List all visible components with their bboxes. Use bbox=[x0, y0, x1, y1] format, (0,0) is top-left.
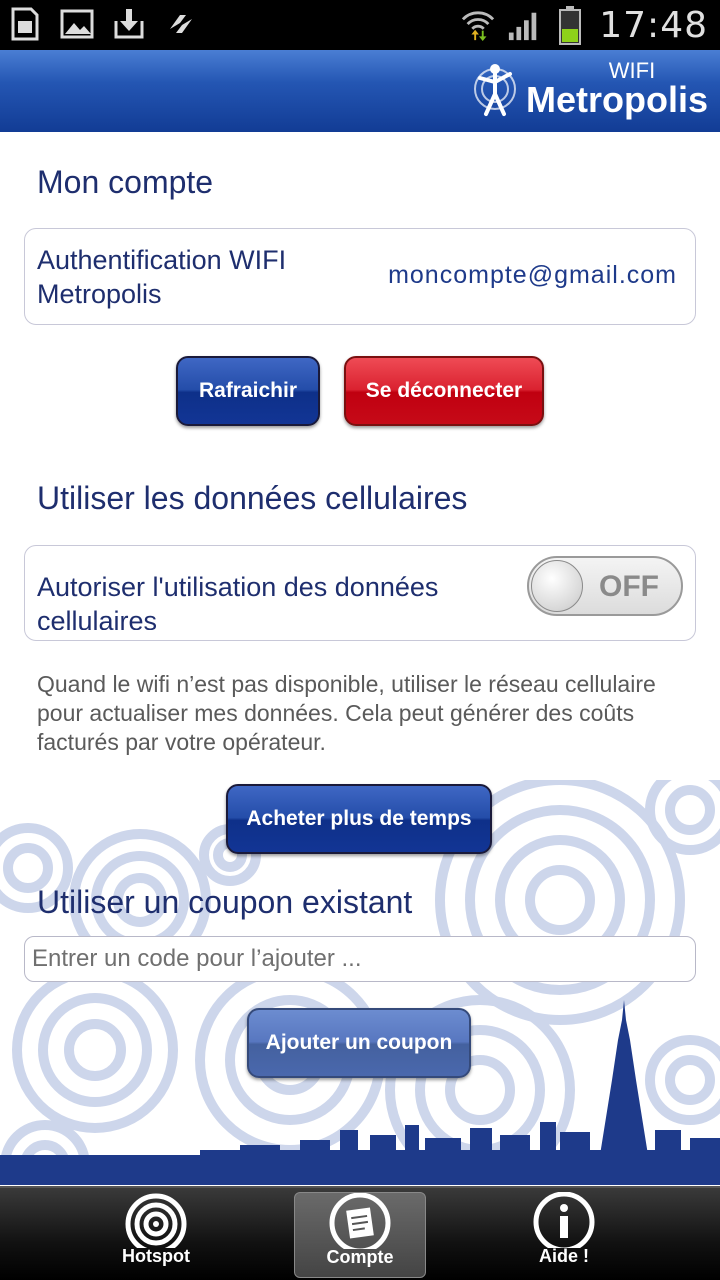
account-email: moncompte@gmail.com bbox=[388, 261, 677, 289]
tab-help[interactable]: Aide ! bbox=[498, 1192, 630, 1278]
download-icon bbox=[112, 6, 146, 42]
sync-icon bbox=[164, 6, 198, 42]
wifi-icon bbox=[461, 7, 495, 43]
cellular-card: Autoriser l'utilisation des données cell… bbox=[24, 545, 696, 641]
cellular-section-title: Utiliser les données cellulaires bbox=[37, 480, 468, 516]
tab-account[interactable]: Compte bbox=[294, 1192, 426, 1278]
logo-metropolis-text: Metropolis bbox=[525, 79, 708, 120]
bottom-tab-bar: Hotspot Compte Aide ! bbox=[0, 1186, 720, 1280]
info-icon bbox=[531, 1192, 597, 1248]
toggle-knob bbox=[531, 560, 583, 612]
coupon-section-title: Utiliser un coupon existant bbox=[37, 884, 413, 920]
tab-hotspot[interactable]: Hotspot bbox=[90, 1192, 222, 1278]
image-icon bbox=[60, 6, 94, 42]
status-bar: 17:48 bbox=[0, 0, 720, 50]
buy-more-time-button[interactable]: Acheter plus de temps bbox=[226, 784, 492, 854]
toggle-state-text: OFF bbox=[599, 570, 659, 603]
battery-icon bbox=[553, 6, 587, 45]
account-card: Authentification WIFI Metropolis moncomp… bbox=[24, 228, 696, 325]
refresh-button[interactable]: Rafraichir bbox=[176, 356, 320, 426]
clock: 17:48 bbox=[599, 4, 708, 46]
cellular-toggle[interactable]: OFF bbox=[527, 556, 683, 616]
account-section-title: Mon compte bbox=[37, 164, 214, 200]
logo-figure-icon bbox=[473, 64, 516, 116]
tab-help-label: Aide ! bbox=[538, 1246, 589, 1266]
cellular-toggle-label: Autoriser l'utilisation des données cell… bbox=[37, 572, 439, 630]
wifi-metropolis-logo: WIFI Metropolis bbox=[468, 58, 708, 120]
auth-label: Authentification WIFI Metropolis bbox=[37, 245, 287, 309]
account-icon bbox=[327, 1193, 393, 1249]
tab-hotspot-label: Hotspot bbox=[122, 1246, 190, 1266]
tab-account-label: Compte bbox=[326, 1247, 394, 1267]
signal-icon bbox=[507, 7, 541, 43]
coupon-code-input[interactable] bbox=[24, 936, 696, 982]
add-coupon-button[interactable]: Ajouter un coupon bbox=[247, 1008, 471, 1078]
app-header: WIFI Metropolis bbox=[0, 50, 720, 132]
hotspot-icon bbox=[123, 1192, 189, 1248]
cellular-description: Quand le wifi n’est pas disponible, util… bbox=[37, 671, 656, 755]
sim-card-icon bbox=[8, 6, 42, 42]
logout-button[interactable]: Se déconnecter bbox=[344, 356, 544, 426]
